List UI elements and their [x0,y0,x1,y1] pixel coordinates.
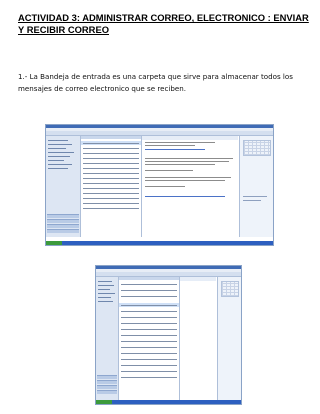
outlook-screenshot-list [95,265,242,405]
todo-bar [239,136,273,237]
calendar-icon [221,281,239,297]
document-page: ACTIVIDAD 3: ADMINISTRAR CORREO, ELECTRO… [0,0,320,414]
calendar-icon [243,140,271,156]
start-button [46,241,62,245]
windows-taskbar [96,400,241,404]
start-button [96,400,112,404]
navigation-pane [96,277,119,400]
message-list [81,136,142,237]
message-list [119,277,180,400]
reading-pane [180,277,216,400]
navigation-pane [46,136,81,237]
body-paragraph: 1.- La Bandeja de entrada es una carpeta… [18,72,293,93]
reading-pane [142,136,238,237]
activity-title: ACTIVIDAD 3: ADMINISTRAR CORREO, ELECTRO… [18,12,309,35]
windows-taskbar [46,241,273,245]
outlook-screenshot-inbox [45,124,274,246]
todo-bar [217,277,241,400]
